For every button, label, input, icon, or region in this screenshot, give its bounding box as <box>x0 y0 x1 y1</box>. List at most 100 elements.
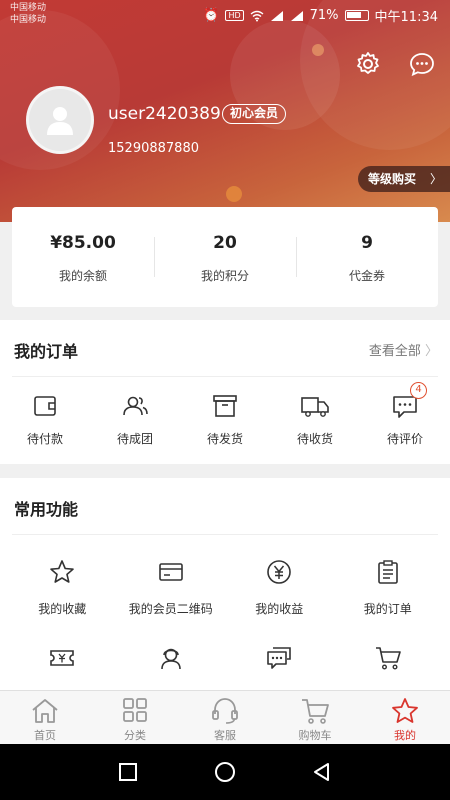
star-icon <box>50 560 75 583</box>
order-label: 待收货 <box>296 432 333 446</box>
user-silhouette-icon <box>47 107 73 135</box>
box-icon <box>213 395 237 417</box>
function-support-person[interactable] <box>117 644 226 694</box>
member-level-badge: 初心会员 <box>222 104 287 124</box>
tab-label: 分类 <box>124 729 146 742</box>
username: user2420389 <box>108 104 221 124</box>
cart-icon <box>375 647 401 670</box>
profile-header: 中国移动 中国移动 ⏰ HD 71% 中午11:34 user2420389 初… <box>0 0 450 222</box>
divider <box>12 534 438 535</box>
back-button[interactable] <box>312 762 332 782</box>
chevron-right-icon: 〉 <box>424 344 438 359</box>
recent-apps-button[interactable] <box>118 762 138 782</box>
tab-label: 客服 <box>214 729 236 742</box>
carrier-info: 中国移动 中国移动 <box>10 2 46 26</box>
order-pending-shipment[interactable]: 待发货 <box>180 392 270 447</box>
function-earnings[interactable]: 我的收益 <box>225 558 334 644</box>
level-purchase-label: 等级购买 <box>368 172 417 186</box>
function-member-qrcode[interactable]: 我的会员二维码 <box>117 558 226 644</box>
hd-icon: HD <box>225 10 244 21</box>
phone-number: 15290887880 <box>108 141 199 156</box>
level-purchase-button[interactable]: 等级购买 〉 <box>358 166 450 192</box>
home-button[interactable] <box>214 761 236 783</box>
tab-home[interactable]: 首页 <box>0 691 90 744</box>
stat-label: 我的积分 <box>200 269 249 283</box>
system-navigation-bar <box>0 744 450 800</box>
tab-mine[interactable]: 我的 <box>360 691 450 744</box>
message-icon[interactable] <box>408 50 436 78</box>
gear-icon[interactable] <box>354 50 382 78</box>
function-ticket[interactable] <box>8 644 117 694</box>
function-label: 我的订单 <box>363 602 412 616</box>
support-person-icon <box>160 648 181 670</box>
cart-icon <box>302 699 329 724</box>
order-pending-review[interactable]: 4 待评价 <box>360 382 450 447</box>
stat-value: 20 <box>213 233 237 253</box>
status-icons: ⏰ HD 71% 中午11:34 <box>203 6 438 25</box>
battery-percent: 71% <box>309 8 339 23</box>
alarm-icon: ⏰ <box>203 8 220 23</box>
yuan-icon <box>267 560 292 584</box>
chevron-right-icon: 〉 <box>429 172 442 186</box>
carrier-label: 中国移动 <box>10 15 47 25</box>
clipboard-icon <box>377 560 398 584</box>
common-functions-section: 常用功能 我的收藏 我的会员二维码 我的收益 我的订单 <box>0 478 450 694</box>
avatar[interactable] <box>26 86 94 154</box>
headset-icon <box>212 698 238 724</box>
account-stats-card: ¥85.00 我的余额 20 我的积分 9 代金券 <box>12 207 438 307</box>
order-label: 待发货 <box>206 432 243 446</box>
signal-icon <box>290 10 303 21</box>
carrier-label: 中国移动 <box>10 3 47 13</box>
tab-category[interactable]: 分类 <box>90 691 180 744</box>
function-cart[interactable] <box>334 644 443 694</box>
stat-value: ¥85.00 <box>50 233 116 253</box>
view-all-orders-link[interactable]: 查看全部 〉 <box>369 340 438 359</box>
tab-label: 购物车 <box>298 729 332 742</box>
function-favorites[interactable]: 我的收藏 <box>8 558 117 644</box>
order-pending-receipt[interactable]: 待收货 <box>270 392 360 447</box>
function-orders[interactable]: 我的订单 <box>334 558 443 644</box>
stat-label: 我的余额 <box>58 269 107 283</box>
order-status-row: 待付款 待成团 待发货 待收货 4 待评价 <box>0 382 450 447</box>
battery-icon <box>344 10 369 21</box>
wifi-icon <box>250 10 264 21</box>
view-all-label: 查看全部 <box>368 344 421 359</box>
function-label: 我的会员二维码 <box>128 602 213 616</box>
card-icon <box>158 563 183 581</box>
order-label: 待付款 <box>26 432 63 446</box>
tab-label: 首页 <box>34 729 56 742</box>
header-decoration <box>226 186 242 202</box>
chat-icon <box>267 647 292 669</box>
header-decoration <box>312 44 324 56</box>
stat-points[interactable]: 20 我的积分 <box>154 207 296 307</box>
section-title: 我的订单 <box>14 342 79 361</box>
bottom-tab-bar: 首页 分类 客服 购物车 我的 <box>0 690 450 744</box>
tab-customer-service[interactable]: 客服 <box>180 691 270 744</box>
order-pending-payment[interactable]: 待付款 <box>0 392 90 447</box>
truck-icon <box>301 397 329 417</box>
stat-value: 9 <box>361 233 373 253</box>
function-chat[interactable] <box>225 644 334 694</box>
order-pending-group[interactable]: 待成团 <box>90 392 180 447</box>
star-icon <box>392 698 418 723</box>
wallet-icon <box>34 396 56 416</box>
stat-label: 代金券 <box>348 269 385 283</box>
stat-vouchers[interactable]: 9 代金券 <box>296 207 438 307</box>
function-label: 我的收藏 <box>38 602 87 616</box>
grid-icon <box>123 698 147 722</box>
top-actions <box>354 50 436 78</box>
tab-shopping-cart[interactable]: 购物车 <box>270 691 360 744</box>
group-icon <box>123 396 148 416</box>
divider <box>12 376 438 377</box>
ticket-icon <box>50 650 75 666</box>
clock: 中午11:34 <box>374 10 438 25</box>
status-bar: 中国移动 中国移动 ⏰ HD 71% 中午11:34 <box>0 0 450 30</box>
section-title: 常用功能 <box>14 500 79 519</box>
home-icon <box>32 699 58 723</box>
stat-balance[interactable]: ¥85.00 我的余额 <box>12 207 154 307</box>
order-label: 待成团 <box>116 432 153 446</box>
function-grid: 我的收藏 我的会员二维码 我的收益 我的订单 <box>8 558 442 694</box>
tab-label: 我的 <box>394 729 416 742</box>
notification-badge: 4 <box>410 382 427 399</box>
order-label: 待评价 <box>386 432 423 446</box>
